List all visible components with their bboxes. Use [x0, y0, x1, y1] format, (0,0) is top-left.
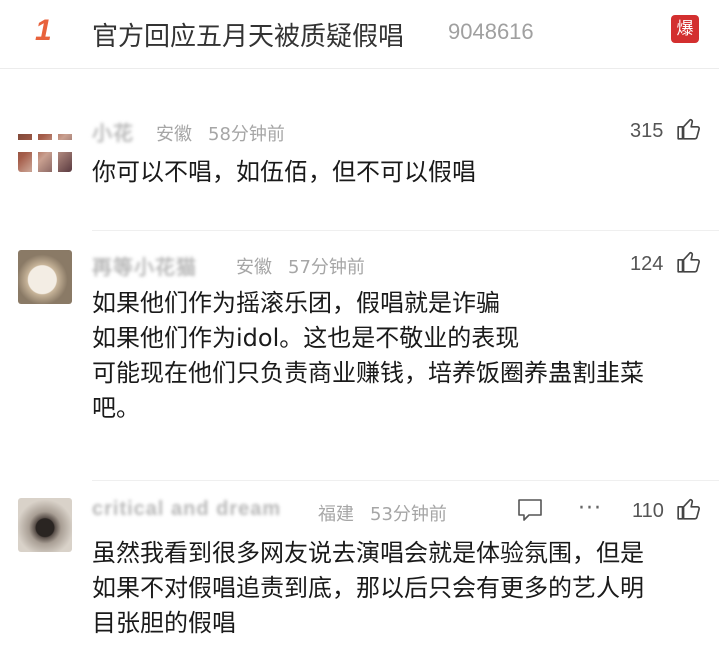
comment-time: 58分钟前	[208, 124, 285, 145]
comment-time: 53分钟前	[370, 504, 447, 525]
trending-topic-row[interactable]: 1 官方回应五月天被质疑假唱 9048616 爆	[0, 0, 719, 69]
thumbs-up-icon[interactable]	[676, 496, 702, 522]
avatar[interactable]	[18, 250, 72, 304]
topic-rank: 1	[35, 14, 52, 47]
username[interactable]: 小花	[92, 117, 134, 146]
username[interactable]: critical and dream	[92, 498, 281, 521]
comment-location: 福建	[318, 504, 354, 525]
more-dots-icon[interactable]: ···	[578, 496, 602, 521]
comment-item: critical and dream 福建 53分钟前 ··· 110 虽然我看…	[0, 480, 719, 652]
comment-text: 如果他们作为摇滚乐团，假唱就是诈骗 如果他们作为idol。这也是不敬业的表现 可…	[92, 289, 644, 422]
topic-heat-count: 9048616	[448, 19, 534, 44]
like-count: 110	[632, 500, 664, 522]
thumbs-up-icon[interactable]	[676, 116, 702, 142]
comment-text: 你可以不唱，如伍佰，但不可以假唱	[92, 158, 476, 186]
username[interactable]: 再等小花猫	[92, 251, 197, 280]
comment-item: 再等小花猫 安徽 57分钟前 124 如果他们作为摇滚乐团，假唱就是诈骗 如果他…	[0, 230, 719, 480]
comment-text: 虽然我看到很多网友说去演唱会就是体验氛围，但是 如果不对假唱追责到底，那以后只会…	[92, 539, 644, 637]
avatar[interactable]	[18, 118, 72, 172]
avatar[interactable]	[18, 498, 72, 552]
comment-bubble-icon[interactable]	[516, 497, 544, 523]
hot-badge: 爆	[671, 15, 699, 43]
comment-location: 安徽	[236, 257, 272, 278]
comment-item: 小花 安徽 58分钟前 315 你可以不唱，如伍佰，但不可以假唱	[0, 100, 719, 230]
like-count: 315	[630, 120, 664, 142]
like-count: 124	[630, 253, 664, 275]
comment-time: 57分钟前	[288, 257, 365, 278]
thumbs-up-icon[interactable]	[676, 249, 702, 275]
comment-location: 安徽	[156, 124, 192, 145]
topic-title[interactable]: 官方回应五月天被质疑假唱	[92, 16, 404, 53]
